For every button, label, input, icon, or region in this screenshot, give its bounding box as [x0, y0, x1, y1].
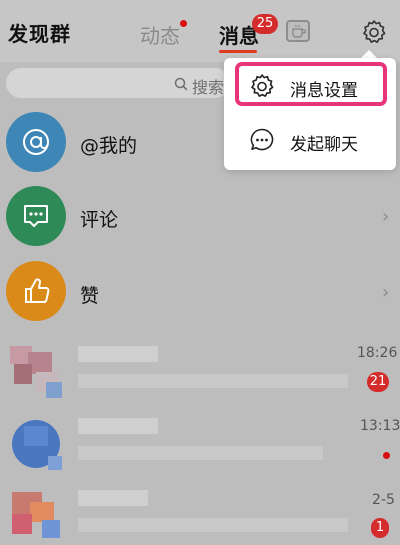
avatar[interactable] [6, 414, 66, 474]
messages-count-badge: 25 [252, 14, 278, 34]
search-icon [174, 76, 188, 91]
at-icon [6, 112, 66, 172]
unread-badge: 21 [367, 372, 389, 392]
conversation-name [78, 490, 148, 506]
row-label-mentions[interactable]: @我的 [80, 131, 137, 158]
menu-label: 发起聊天 [290, 135, 358, 155]
avatar[interactable] [6, 484, 66, 544]
conversation-time: 13:13 [360, 418, 400, 434]
cup-icon[interactable] [286, 20, 310, 42]
comment-icon [6, 186, 66, 246]
menu-item-start-chat[interactable]: 发起聊天 [224, 116, 396, 166]
tab-dynamics-dot [180, 20, 187, 27]
highlight-outline [235, 62, 387, 106]
conversation-time: 18:26 [357, 345, 398, 361]
unread-dot [383, 452, 390, 459]
thumbs-up-icon [6, 261, 66, 321]
settings-gear-icon[interactable] [360, 18, 388, 46]
active-tab-underline [219, 50, 257, 53]
row-label-likes[interactable]: 赞 [80, 281, 99, 308]
avatar[interactable] [6, 342, 66, 402]
conversation-name [78, 346, 158, 362]
conversation-name [78, 418, 158, 434]
search-placeholder: 搜索 [192, 78, 225, 97]
conversation-time: 2-5 [372, 492, 395, 508]
tab-dynamics[interactable]: 动态 [140, 20, 180, 49]
unread-badge: 1 [371, 518, 389, 538]
conversation-preview [78, 518, 348, 532]
page-title[interactable]: 发现群 [8, 18, 71, 47]
conversation-preview [78, 446, 323, 460]
chevron-right-icon: › [382, 206, 390, 227]
chat-bubble-icon [249, 127, 275, 153]
row-label-comments[interactable]: 评论 [80, 205, 118, 232]
conversation-preview [78, 374, 348, 388]
chevron-right-icon: › [382, 282, 390, 303]
